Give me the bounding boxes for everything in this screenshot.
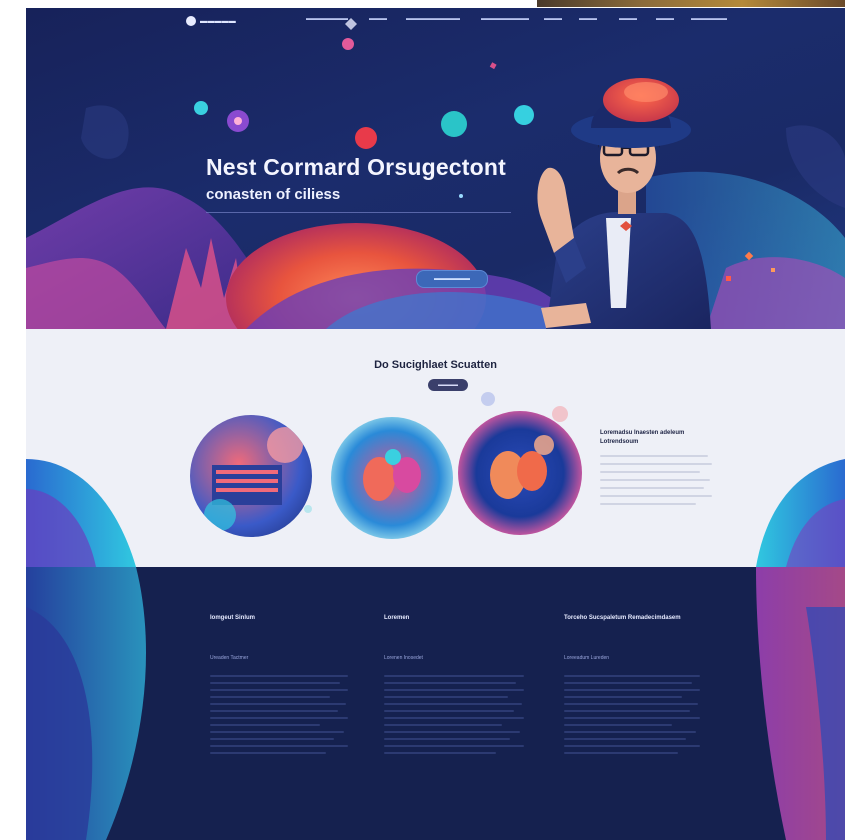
nav-item-7[interactable]: ▬▬▬ bbox=[619, 16, 637, 22]
nav-item-label: ▬▬▬ bbox=[619, 16, 637, 22]
footer-text-block bbox=[564, 675, 744, 754]
nav-item-label: ▬▬▬ bbox=[544, 16, 562, 22]
nav-item-6[interactable]: ▬▬▬ bbox=[579, 16, 597, 22]
text-line bbox=[600, 487, 704, 489]
footer-heading: Iomgeut Sinlum bbox=[210, 615, 255, 621]
footer-subheading[interactable]: Loreeadum Lureden bbox=[564, 655, 744, 661]
feature-title: Do Sucighlaet Scuatten bbox=[374, 359, 497, 371]
nav-item-2[interactable]: ▬▬▬ bbox=[369, 16, 387, 22]
footer-heading: Torceho Sucspaletum Remadecimdasem bbox=[564, 615, 681, 621]
hero-section: ▬▬▬▬▬ ▬▬▬▬▬▬▬ ▬▬▬ ▬▬▬▬▬▬▬▬▬ ▬▬▬▬▬▬▬▬ ▬▬▬… bbox=[26, 8, 845, 329]
logo-text: ▬▬▬▬▬ bbox=[200, 17, 236, 25]
text-line bbox=[600, 479, 710, 481]
nav-item-8[interactable]: ▬▬▬ bbox=[656, 16, 674, 22]
nav-item-label: ▬▬▬▬▬▬ bbox=[691, 16, 727, 22]
corner-photo-fragment bbox=[537, 0, 845, 7]
feature-side-title: Loremadsu Inaesten adeleum Lotrendsoum bbox=[600, 430, 685, 445]
text-line bbox=[600, 503, 696, 505]
feature-image-3 bbox=[458, 411, 582, 535]
logo-mark-icon bbox=[186, 16, 196, 26]
footer-column-3: Torceho Sucspaletum Remadecimdasem Loree… bbox=[564, 615, 744, 759]
nav-item-1[interactable]: ▬▬▬▬▬▬▬ bbox=[306, 16, 348, 22]
footer-column-2: Loremen Lorenen Inosedet bbox=[384, 615, 544, 759]
feature-image-2 bbox=[331, 417, 453, 539]
nav-item-label: ▬▬▬▬▬▬▬ bbox=[306, 16, 348, 22]
hero-title: Nest Cormard Orsugectont bbox=[206, 154, 507, 180]
nav-item-5[interactable]: ▬▬▬ bbox=[544, 16, 562, 22]
feature-image-1 bbox=[190, 415, 312, 537]
footer-subheading[interactable]: Ureaden Tactmer bbox=[210, 655, 370, 661]
nav-item-label: ▬▬▬ bbox=[656, 16, 674, 22]
nav-item-3[interactable]: ▬▬▬▬▬▬▬▬▬ bbox=[406, 16, 460, 22]
feature-badge[interactable]: ▬▬▬▬ bbox=[428, 379, 468, 391]
text-line bbox=[600, 471, 700, 473]
feature-section: Do Sucighlaet Scuatten ▬▬▬▬ Loremadsu In… bbox=[26, 329, 845, 567]
nav-item-9[interactable]: ▬▬▬▬▬▬ bbox=[691, 16, 727, 22]
nav-item-label: ▬▬▬ bbox=[369, 16, 387, 22]
text-line bbox=[600, 495, 712, 497]
nav-item-label: ▬▬▬▬▬▬▬▬▬ bbox=[406, 16, 460, 22]
site-logo[interactable]: ▬▬▬▬▬ bbox=[186, 14, 240, 28]
nav-item-4[interactable]: ▬▬▬▬▬▬▬▬ bbox=[481, 16, 529, 22]
footer-column-1: Iomgeut Sinlum Ureaden Tactmer bbox=[210, 615, 370, 759]
footer-section: Iomgeut Sinlum Ureaden Tactmer Loremen L… bbox=[26, 567, 845, 840]
text-line bbox=[600, 463, 712, 465]
hero-divider bbox=[206, 212, 511, 213]
landing-page: ▬▬▬▬▬ ▬▬▬▬▬▬▬ ▬▬▬ ▬▬▬▬▬▬▬▬▬ ▬▬▬▬▬▬▬▬ ▬▬▬… bbox=[26, 8, 845, 840]
footer-text-block bbox=[384, 675, 544, 754]
hero-subtitle: conasten of ciliess bbox=[206, 186, 341, 203]
top-navigation: ▬▬▬▬▬ ▬▬▬▬▬▬▬ ▬▬▬ ▬▬▬▬▬▬▬▬▬ ▬▬▬▬▬▬▬▬ ▬▬▬… bbox=[26, 8, 845, 34]
footer-heading: Loremen bbox=[384, 615, 410, 621]
nav-item-label: ▬▬▬▬▬▬▬▬ bbox=[481, 16, 529, 22]
nav-item-label: ▬▬▬ bbox=[579, 16, 597, 22]
text-line bbox=[600, 455, 708, 457]
footer-text-block bbox=[210, 675, 370, 754]
footer-subheading[interactable]: Lorenen Inosedet bbox=[384, 655, 544, 661]
hero-cta-button[interactable]: ▬▬▬▬▬▬ bbox=[416, 270, 488, 288]
